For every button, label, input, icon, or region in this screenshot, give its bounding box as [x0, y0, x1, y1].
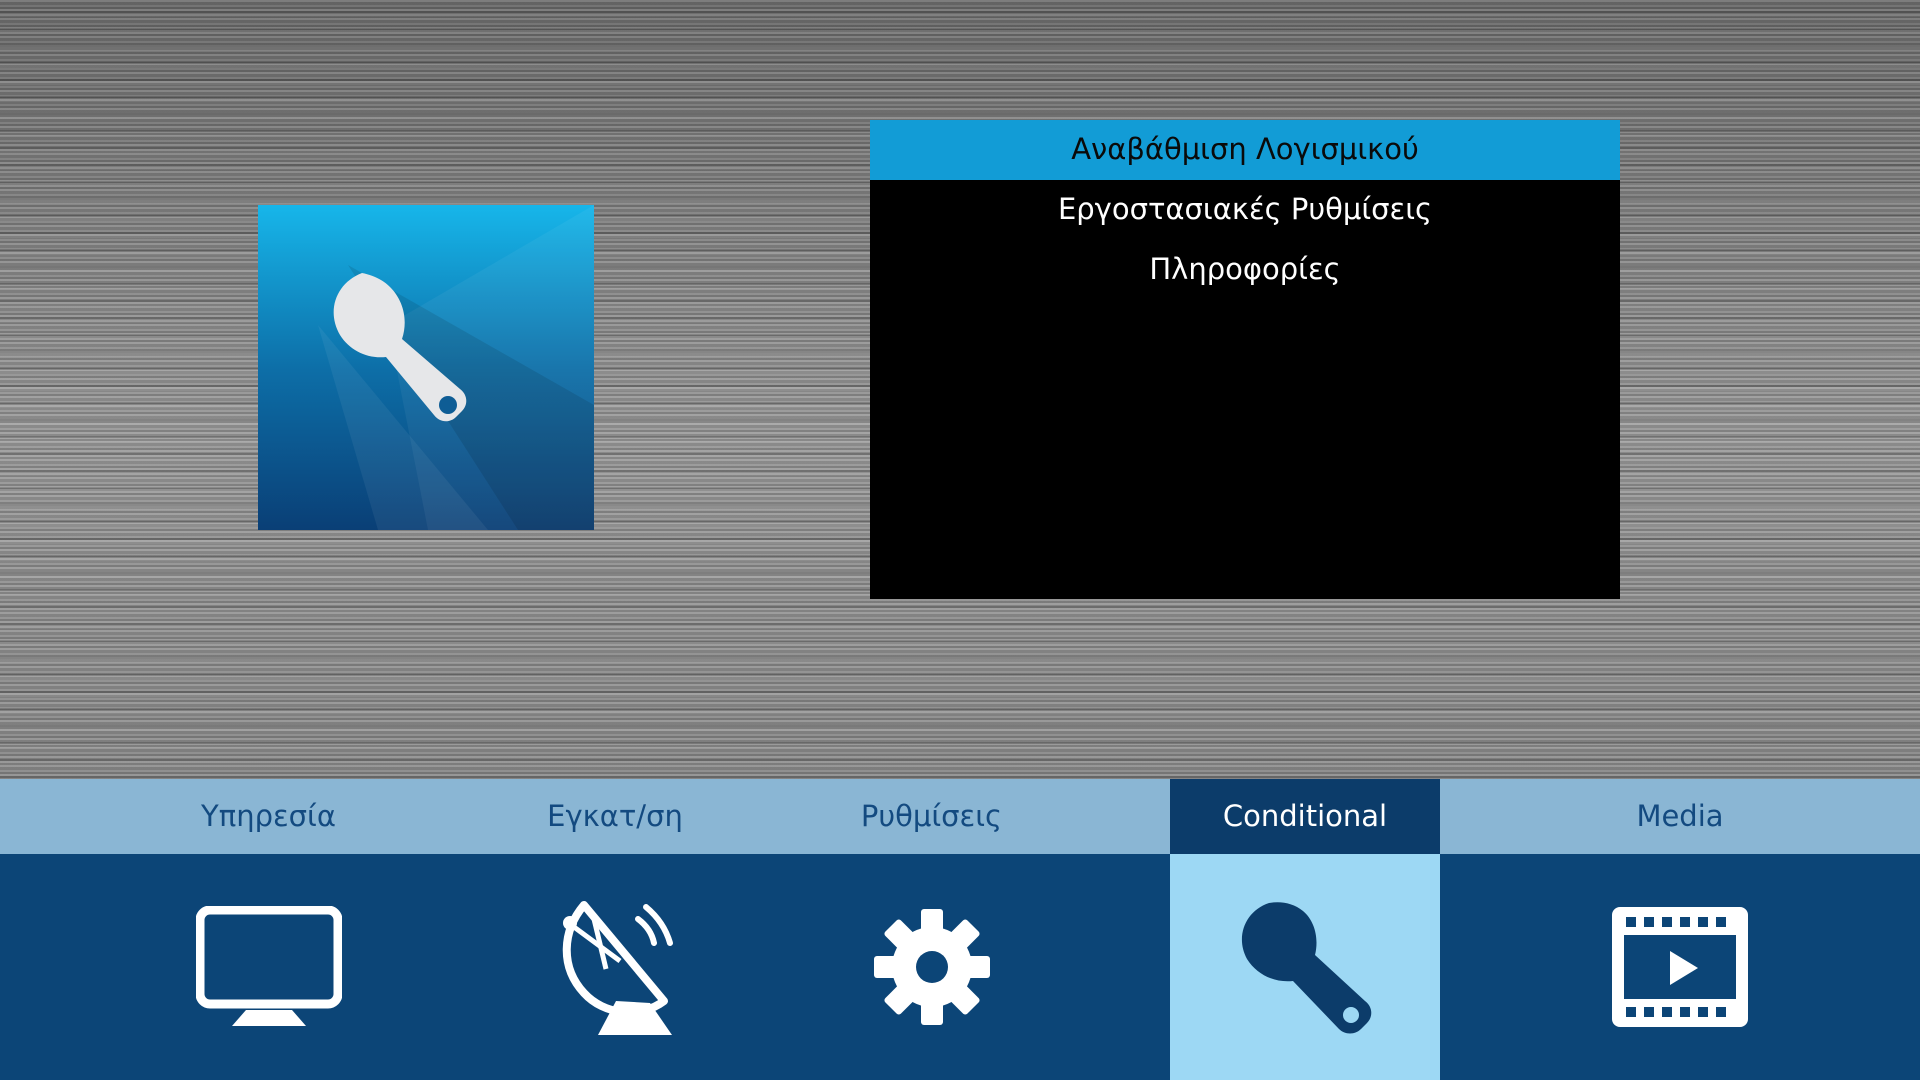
- tab-conditional-icon-area: [1170, 854, 1440, 1080]
- tab-settings-icon-area: [693, 854, 1170, 1080]
- tab-settings[interactable]: Ρυθμίσεις: [693, 779, 1170, 1080]
- satellite-dish-icon: [562, 901, 673, 1035]
- menu-item-information[interactable]: Πληροφορίες: [870, 240, 1620, 300]
- tv-icon: [195, 906, 342, 1026]
- media-player-icon: [1612, 907, 1748, 1027]
- tab-installation[interactable]: Εγκατ/ση: [537, 779, 693, 1080]
- tab-settings-label: Ρυθμίσεις: [860, 799, 1003, 833]
- tab-conditional[interactable]: Conditional: [1170, 779, 1440, 1080]
- feature-tile: [258, 205, 594, 530]
- settings-menu-panel: Αναβάθμιση Λογισμικού Εργοστασιακές Ρυθμ…: [870, 120, 1620, 599]
- tab-installation-label: Εγκατ/ση: [547, 799, 683, 833]
- tab-service-label: Υπηρεσία: [201, 799, 336, 833]
- gear-icon: [873, 909, 990, 1025]
- tab-media[interactable]: Media: [1440, 779, 1920, 1080]
- tab-conditional-label: Conditional: [1170, 779, 1440, 854]
- tab-installation-icon-area: [537, 854, 693, 1080]
- tab-service-icon-area: [0, 854, 537, 1080]
- tab-media-icon-area: [1440, 854, 1920, 1080]
- wrench-icon: [1241, 902, 1372, 1034]
- bottom-navigation: Υπηρεσία Εγκατ/ση Ρυθμίσεις Conditional …: [0, 779, 1920, 1080]
- tab-media-label: Media: [1636, 799, 1724, 833]
- wrench-icon: [318, 205, 594, 530]
- tab-service[interactable]: Υπηρεσία: [0, 779, 537, 1080]
- menu-item-factory-reset[interactable]: Εργοστασιακές Ρυθμίσεις: [870, 180, 1620, 240]
- menu-item-software-upgrade[interactable]: Αναβάθμιση Λογισμικού: [870, 120, 1620, 180]
- screen: Αναβάθμιση Λογισμικού Εργοστασιακές Ρυθμ…: [0, 0, 1920, 1080]
